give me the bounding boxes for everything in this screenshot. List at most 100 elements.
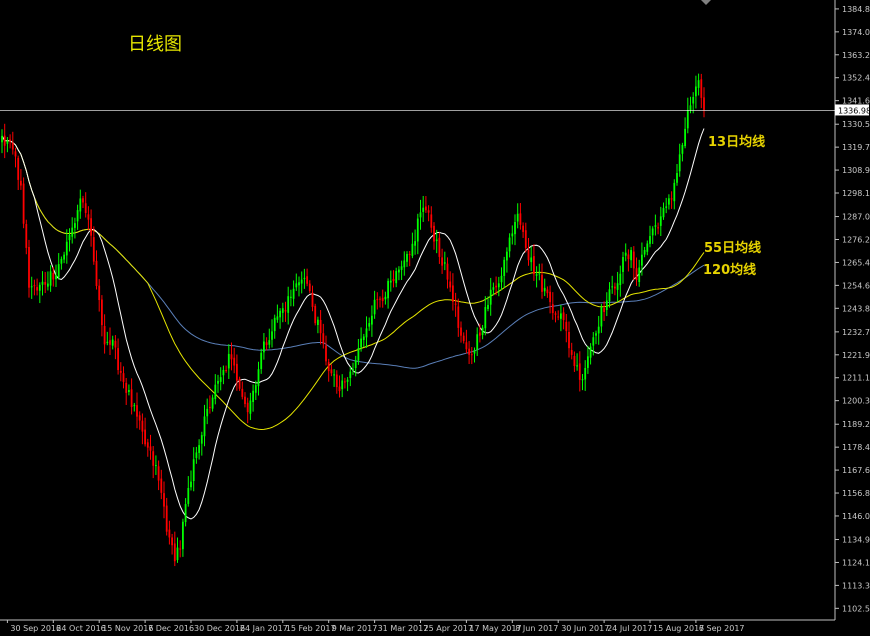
x-tick-label: 30 Jun 2017 bbox=[561, 624, 609, 633]
candle-body bbox=[303, 277, 306, 279]
candle-body bbox=[71, 227, 74, 237]
candle-body bbox=[1, 135, 3, 143]
candle-body bbox=[530, 257, 533, 263]
candle-body bbox=[657, 227, 659, 229]
candle-body bbox=[114, 340, 117, 348]
candle-body bbox=[284, 310, 287, 312]
y-tick-label: 1384.80 bbox=[842, 5, 870, 14]
candlestick-chart: 1384.80 1374.00 1363.20 1352.40 1341.60 1330.… bbox=[0, 0, 870, 636]
candle-body bbox=[616, 283, 619, 290]
y-tick-label: 1113.30 bbox=[842, 581, 870, 590]
candle-body bbox=[335, 374, 338, 388]
candle-body bbox=[449, 281, 452, 288]
candle-body bbox=[44, 281, 47, 285]
candle-body bbox=[387, 280, 389, 299]
candle-body bbox=[149, 446, 152, 451]
candle-body bbox=[117, 348, 119, 371]
candle-body bbox=[217, 380, 219, 384]
candle-body bbox=[52, 272, 55, 280]
candle-body bbox=[155, 465, 157, 467]
candle-body bbox=[422, 207, 425, 212]
candle-body bbox=[446, 263, 449, 280]
candle-body bbox=[595, 333, 597, 336]
candle-body bbox=[190, 481, 192, 488]
candle-body bbox=[403, 260, 406, 268]
x-tick-label: 8 Jun 2017 bbox=[515, 624, 558, 633]
candle-body bbox=[36, 287, 38, 291]
candle-body bbox=[317, 319, 319, 325]
candle-body bbox=[314, 305, 317, 324]
candle-body bbox=[570, 349, 573, 355]
candle-body bbox=[400, 266, 403, 270]
candle-body bbox=[349, 371, 352, 379]
current-price-label: 1336.98 bbox=[838, 106, 870, 115]
candle-body bbox=[668, 198, 670, 205]
candle-body bbox=[522, 225, 524, 232]
candle-body bbox=[443, 262, 446, 264]
candle-body bbox=[535, 274, 538, 276]
candle-body bbox=[200, 435, 203, 444]
candle-body bbox=[479, 332, 481, 336]
candle-body bbox=[543, 287, 546, 292]
candle-body bbox=[670, 198, 673, 200]
candle-body bbox=[630, 250, 632, 261]
candle-body bbox=[273, 317, 276, 332]
candle-body bbox=[49, 271, 52, 286]
candle-body bbox=[136, 405, 138, 417]
candle-body bbox=[676, 173, 678, 183]
candle-body bbox=[227, 353, 230, 369]
candle-body bbox=[452, 285, 454, 302]
candle-body bbox=[128, 390, 130, 392]
candle-body bbox=[622, 257, 624, 272]
candle-body bbox=[414, 241, 416, 246]
candle-body bbox=[684, 128, 686, 147]
x-tick-label: 24 Jan 2017 bbox=[240, 624, 288, 633]
candle-body bbox=[354, 360, 357, 368]
candle-body bbox=[703, 97, 705, 110]
candle-body bbox=[441, 257, 443, 266]
candle-body bbox=[55, 275, 57, 280]
candle-body bbox=[103, 326, 106, 345]
candle-body bbox=[503, 259, 506, 276]
y-tick-label: 1189.20 bbox=[842, 420, 870, 429]
candle-body bbox=[222, 369, 225, 376]
candle-body bbox=[406, 253, 408, 262]
candle-body bbox=[133, 405, 136, 407]
ma55-label: 55日均线 bbox=[704, 240, 761, 256]
chart-title: 日线图 bbox=[128, 34, 182, 55]
candle-body bbox=[171, 537, 173, 546]
candle-body bbox=[176, 547, 179, 561]
candle-body bbox=[524, 230, 527, 248]
candle-body bbox=[635, 268, 638, 280]
candle-body bbox=[244, 396, 246, 405]
candle-body bbox=[398, 269, 400, 273]
candle-body bbox=[603, 308, 605, 312]
candle-body bbox=[271, 331, 273, 340]
candle-body bbox=[279, 310, 281, 318]
candle-body bbox=[492, 287, 495, 290]
candle-body bbox=[592, 337, 595, 346]
candle-body bbox=[659, 216, 662, 226]
y-tick-label: 1352.40 bbox=[842, 74, 870, 83]
candle-body bbox=[236, 363, 238, 381]
candle-body bbox=[187, 488, 190, 504]
candle-body bbox=[697, 80, 700, 88]
candle-body bbox=[473, 350, 476, 354]
candle-body bbox=[101, 299, 103, 326]
candle-body bbox=[362, 336, 365, 340]
candle-body bbox=[538, 273, 541, 275]
candle-body bbox=[84, 203, 87, 213]
candle-body bbox=[643, 250, 646, 255]
candle-body bbox=[168, 529, 171, 538]
candle-body bbox=[395, 271, 398, 284]
candle-body bbox=[533, 256, 535, 275]
candle-body bbox=[65, 241, 68, 256]
candle-body bbox=[130, 389, 133, 408]
candle-body bbox=[11, 142, 14, 150]
candle-body bbox=[119, 370, 122, 373]
candle-body bbox=[165, 505, 168, 532]
candle-body bbox=[268, 340, 271, 345]
candle-body bbox=[195, 452, 198, 459]
candle-body bbox=[276, 316, 279, 320]
candle-body bbox=[379, 298, 381, 300]
